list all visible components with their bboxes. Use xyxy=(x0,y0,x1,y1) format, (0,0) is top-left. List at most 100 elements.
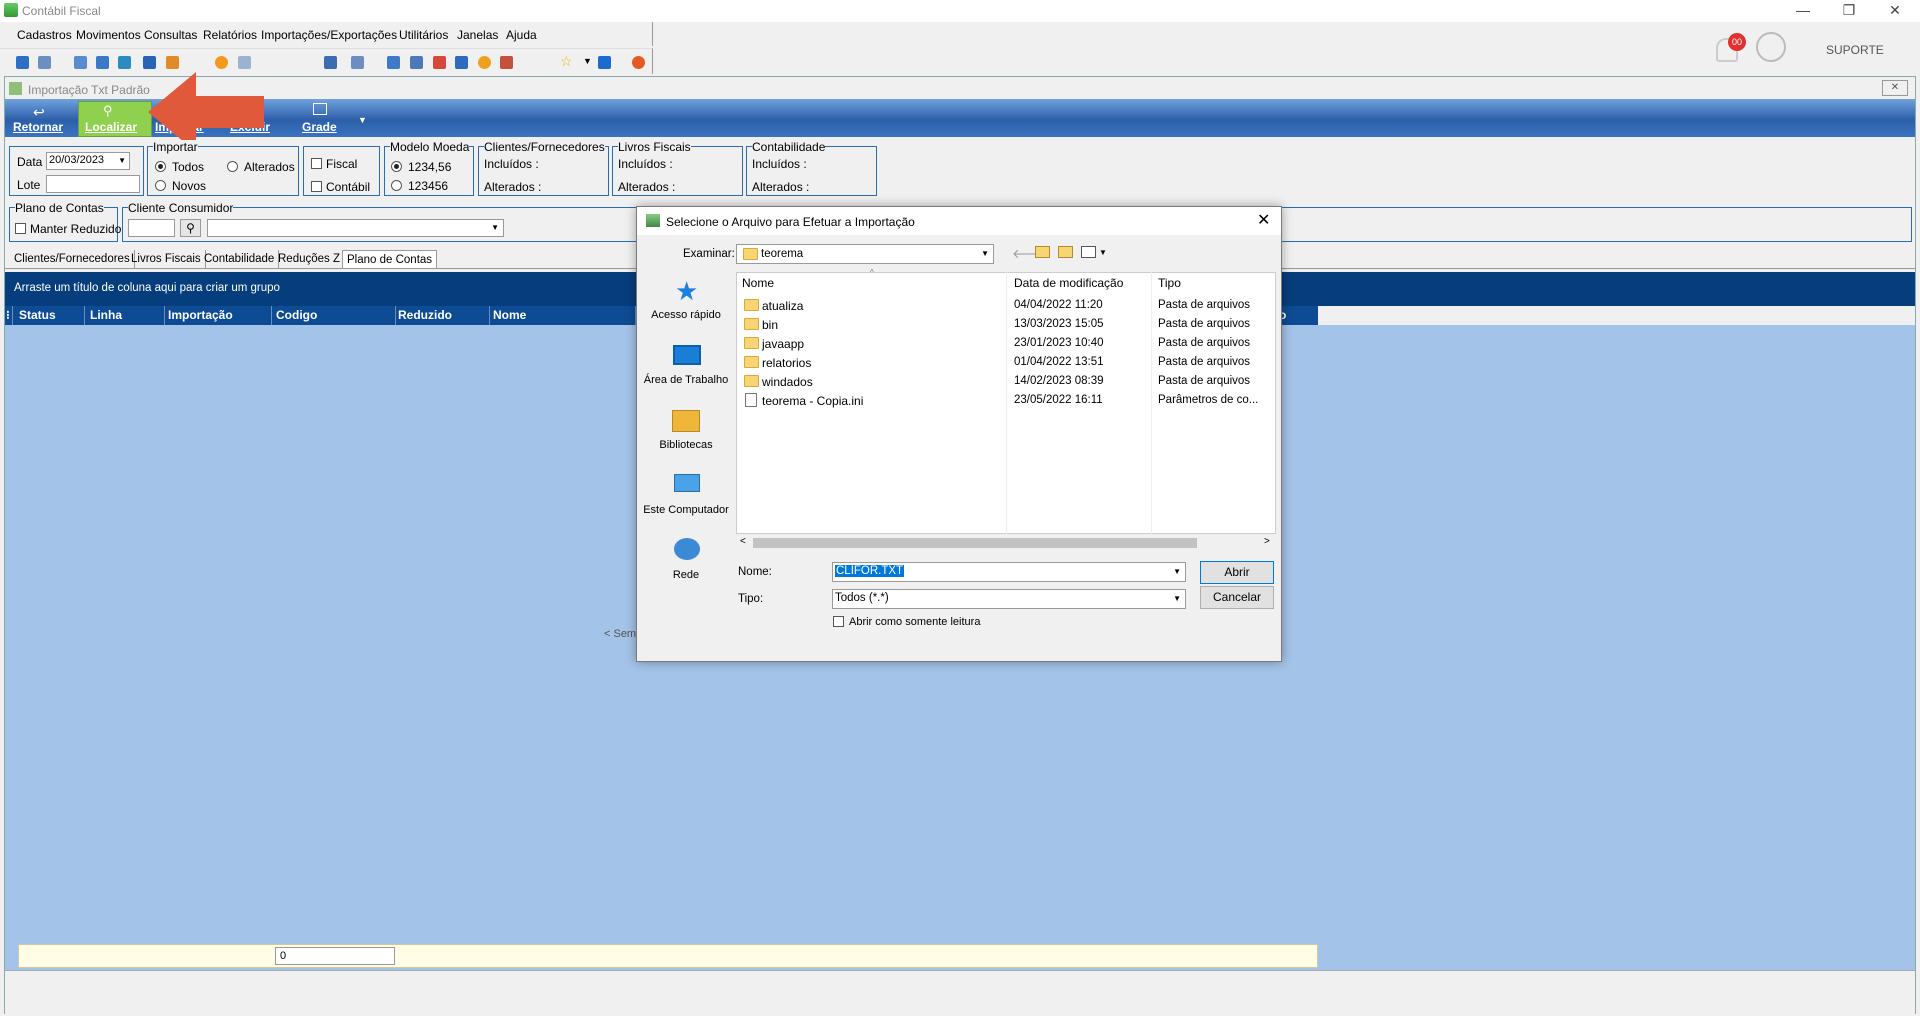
place-libraries[interactable]: Bibliotecas xyxy=(642,439,730,451)
toolbar-icon-7[interactable] xyxy=(166,56,179,69)
dialog-close-icon[interactable]: ✕ xyxy=(1257,210,1270,230)
readonly-checkbox[interactable] xyxy=(833,616,844,627)
todos-radio[interactable] xyxy=(155,161,166,172)
toolbar-icon-10[interactable] xyxy=(324,56,337,69)
file-row[interactable]: relatorios 01/04/2022 13:51 Pasta de arq… xyxy=(742,354,1272,373)
menu-relatorios[interactable]: Relatórios xyxy=(203,28,257,42)
libraries-icon[interactable] xyxy=(672,410,700,432)
column-importacao[interactable]: Importação xyxy=(164,306,272,325)
toolbar-icon-17[interactable] xyxy=(500,56,513,69)
power-icon[interactable] xyxy=(632,56,645,69)
menu-janelas[interactable]: Janelas xyxy=(457,28,498,42)
consumidor-code-input[interactable] xyxy=(128,219,175,237)
toolbar-icon-14[interactable] xyxy=(433,56,446,69)
grade-dropdown-icon[interactable]: ▼ xyxy=(358,115,367,125)
user-avatar-icon[interactable] xyxy=(1756,32,1786,62)
view-dropdown-icon[interactable]: ▼ xyxy=(1099,248,1107,257)
retornar-button[interactable]: Retornar xyxy=(13,120,63,134)
folder-dropdown-icon[interactable]: ▼ xyxy=(981,249,989,258)
consumidor-dropdown-icon[interactable]: ▼ xyxy=(491,223,499,232)
alterados-radio[interactable] xyxy=(227,161,238,172)
toolbar-icon-13[interactable] xyxy=(410,56,423,69)
column-reduzido[interactable]: Reduzido xyxy=(394,306,490,325)
cancelar-button[interactable]: Cancelar xyxy=(1200,586,1274,609)
tab-clientes[interactable]: Clientes/Fornecedores xyxy=(10,250,135,268)
desktop-icon[interactable] xyxy=(673,345,701,365)
favorite-star-icon[interactable]: ☆ xyxy=(560,53,573,70)
contabil-checkbox[interactable] xyxy=(311,181,322,192)
network-icon[interactable] xyxy=(674,538,700,560)
menu-movimentos[interactable]: Movimentos xyxy=(76,28,141,42)
filetype-select[interactable]: Todos (*.*) ▼ xyxy=(832,589,1186,609)
up-folder-icon[interactable] xyxy=(1035,246,1050,258)
file-row[interactable]: bin 13/03/2023 15:05 Pasta de arquivos xyxy=(742,316,1272,335)
close-button[interactable]: ✕ xyxy=(1872,0,1918,22)
toolbar-icon-11[interactable] xyxy=(351,56,364,69)
quick-access-star-icon[interactable]: ★ xyxy=(675,276,698,307)
menu-utilitarios[interactable]: Utilitários xyxy=(399,28,448,42)
moeda1-radio[interactable] xyxy=(391,161,402,172)
place-computer[interactable]: Este Computador xyxy=(642,504,730,516)
manter-reduzido-checkbox[interactable] xyxy=(15,223,26,234)
header-data[interactable]: Data de modificação xyxy=(1014,276,1123,290)
column-codigo[interactable]: Codigo xyxy=(272,306,396,325)
horizontal-scrollbar[interactable]: < > xyxy=(737,535,1275,551)
tab-plano-contas[interactable]: Plano de Contas xyxy=(342,250,438,268)
scroll-right-icon[interactable]: > xyxy=(1264,536,1270,547)
place-quick-access[interactable]: Acesso rápido xyxy=(642,309,730,321)
computer-icon[interactable] xyxy=(674,474,700,492)
file-row[interactable]: javaapp 23/01/2023 10:40 Pasta de arquiv… xyxy=(742,335,1272,354)
scroll-thumb[interactable] xyxy=(753,538,1197,548)
info-icon[interactable] xyxy=(598,56,611,69)
menu-ajuda[interactable]: Ajuda xyxy=(506,28,537,42)
minimize-button[interactable]: — xyxy=(1780,0,1826,22)
file-row[interactable]: windados 14/02/2023 08:39 Pasta de arqui… xyxy=(742,373,1272,392)
toolbar-icon-15[interactable] xyxy=(455,56,468,69)
scroll-left-icon[interactable]: < xyxy=(740,536,746,547)
header-tipo[interactable]: Tipo xyxy=(1158,276,1181,290)
menu-consultas[interactable]: Consultas xyxy=(144,28,197,42)
tab-livros[interactable]: Livros Fiscais xyxy=(127,250,206,268)
folder-select[interactable]: teorema ▼ xyxy=(736,244,994,264)
toolbar-icon-2[interactable] xyxy=(38,56,51,69)
toolbar-icon-8[interactable] xyxy=(215,56,228,69)
toolbar-icon-6[interactable] xyxy=(143,56,156,69)
file-row[interactable]: atualiza 04/04/2022 11:20 Pasta de arqui… xyxy=(742,297,1272,316)
grade-button[interactable]: Grade xyxy=(302,120,337,134)
localizar-button[interactable]: Localizar xyxy=(85,120,137,134)
child-close-button[interactable]: ✕ xyxy=(1882,80,1908,96)
abrir-button[interactable]: Abrir xyxy=(1200,561,1274,584)
tab-contabilidade[interactable]: Contabilidade xyxy=(200,250,280,268)
tab-reducoes[interactable]: Reduções Z xyxy=(274,250,346,268)
new-folder-icon[interactable] xyxy=(1058,246,1073,258)
toolbar-icon-12[interactable] xyxy=(387,56,400,69)
column-nome[interactable]: Nome xyxy=(489,306,636,325)
toolbar-icon-9[interactable] xyxy=(238,56,251,69)
toolbar-icon-1[interactable] xyxy=(16,56,29,69)
consumidor-search-icon[interactable]: ⚲ xyxy=(180,219,201,237)
date-dropdown-icon[interactable]: ▼ xyxy=(118,156,126,165)
filetype-dropdown-icon[interactable]: ▼ xyxy=(1173,594,1181,603)
place-desktop[interactable]: Área de Trabalho xyxy=(642,374,730,386)
place-network[interactable]: Rede xyxy=(642,569,730,581)
lote-input[interactable] xyxy=(46,175,140,193)
moeda2-radio[interactable] xyxy=(391,180,402,191)
toolbar-icon-4[interactable] xyxy=(96,56,109,69)
column-linha[interactable]: Linha xyxy=(86,306,165,325)
toolbar-icon-5[interactable] xyxy=(118,56,131,69)
toolbar-icon-3[interactable] xyxy=(74,56,87,69)
date-picker[interactable]: 20/03/2023 ▼ xyxy=(46,152,130,170)
file-row[interactable]: teorema - Copia.ini 23/05/2022 16:11 Par… xyxy=(742,392,1272,411)
restore-button[interactable]: ❐ xyxy=(1826,0,1872,22)
filename-dropdown-icon[interactable]: ▼ xyxy=(1173,567,1181,576)
menu-cadastros[interactable]: Cadastros xyxy=(17,28,72,42)
header-nome[interactable]: Nome xyxy=(742,276,774,290)
column-status[interactable]: Status xyxy=(15,306,85,325)
novos-radio[interactable] xyxy=(155,180,166,191)
dropdown-arrow-icon[interactable]: ▼ xyxy=(583,56,592,66)
consumidor-select[interactable]: ▼ xyxy=(207,219,504,237)
fiscal-checkbox[interactable] xyxy=(311,158,322,169)
view-menu-icon[interactable] xyxy=(1081,246,1096,258)
toolbar-icon-16[interactable] xyxy=(478,56,491,69)
menu-importacoes[interactable]: Importações/Exportações xyxy=(261,28,397,42)
